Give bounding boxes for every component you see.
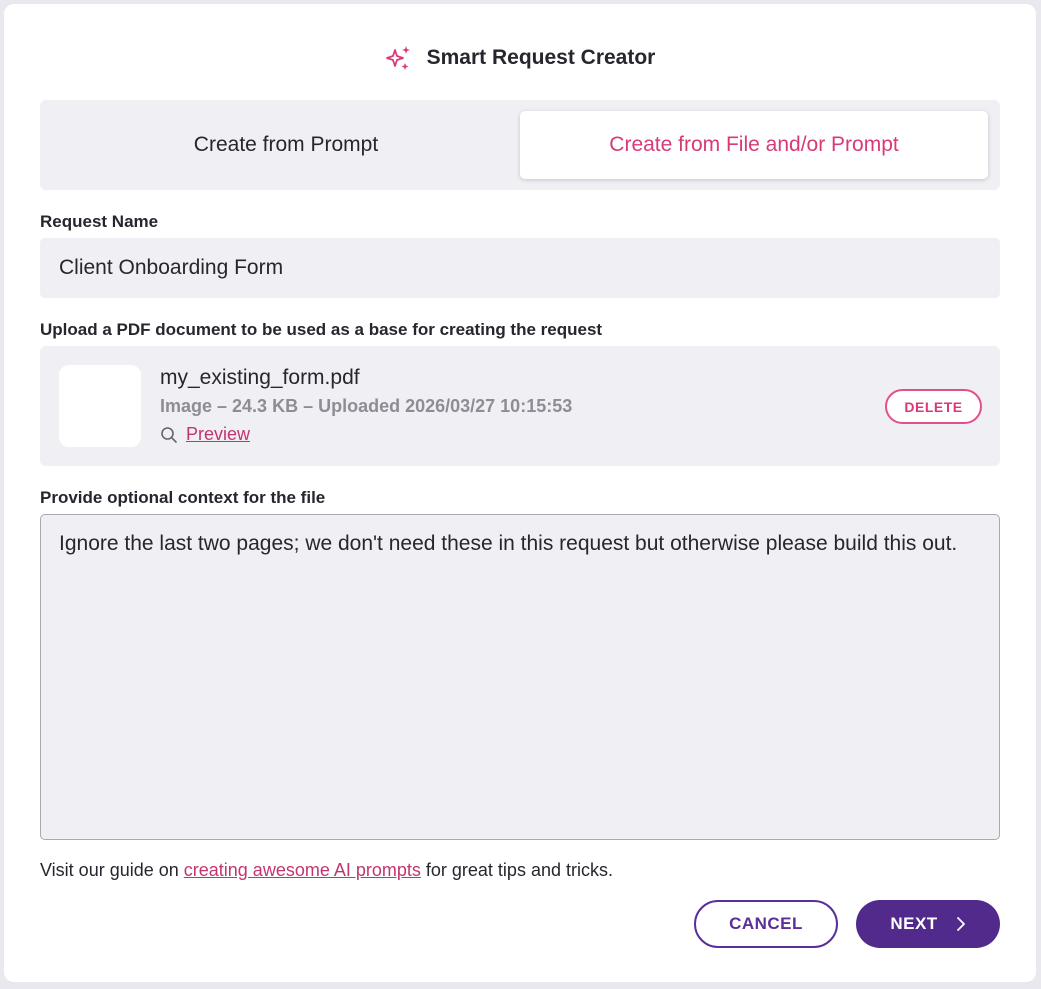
smart-request-dialog: Smart Request Creator Create from Prompt… xyxy=(4,4,1036,982)
dialog-header: Smart Request Creator xyxy=(4,44,1036,72)
preview-link[interactable]: Preview xyxy=(186,424,250,445)
file-thumbnail xyxy=(59,365,141,447)
dialog-title: Smart Request Creator xyxy=(426,46,656,69)
mode-tabs: Create from Prompt Create from File and/… xyxy=(40,100,1000,190)
file-meta: Image – 24.3 KB – Uploaded 2026/03/27 10… xyxy=(160,396,573,416)
delete-file-button[interactable]: DELETE xyxy=(885,389,982,424)
next-button-label: NEXT xyxy=(890,914,938,933)
tab-create-from-prompt[interactable]: Create from Prompt xyxy=(51,111,521,179)
request-name-label: Request Name xyxy=(40,212,159,231)
search-icon xyxy=(160,426,178,444)
context-label: Provide optional context for the file xyxy=(40,488,326,507)
file-name: my_existing_form.pdf xyxy=(160,366,360,389)
context-textarea[interactable]: Ignore the last two pages; we don't need… xyxy=(40,514,1000,840)
next-button[interactable]: NEXT xyxy=(856,900,1000,948)
guide-suffix: for great tips and tricks. xyxy=(420,860,613,880)
request-name-input[interactable] xyxy=(40,238,1000,298)
uploaded-file-card: my_existing_form.pdf Image – 24.3 KB – U… xyxy=(40,346,1000,466)
upload-label: Upload a PDF document to be used as a ba… xyxy=(40,320,603,339)
guide-text: Visit our guide on creating awesome AI p… xyxy=(40,860,613,881)
sparkle-icon xyxy=(385,44,413,72)
preview-row: Preview xyxy=(160,424,250,445)
tab-create-from-file-and-prompt[interactable]: Create from File and/or Prompt xyxy=(520,111,988,179)
cancel-button[interactable]: CANCEL xyxy=(694,900,838,948)
chevron-right-icon xyxy=(956,916,966,932)
ai-prompts-guide-link[interactable]: creating awesome AI prompts xyxy=(184,860,421,880)
guide-prefix: Visit our guide on xyxy=(40,860,184,880)
